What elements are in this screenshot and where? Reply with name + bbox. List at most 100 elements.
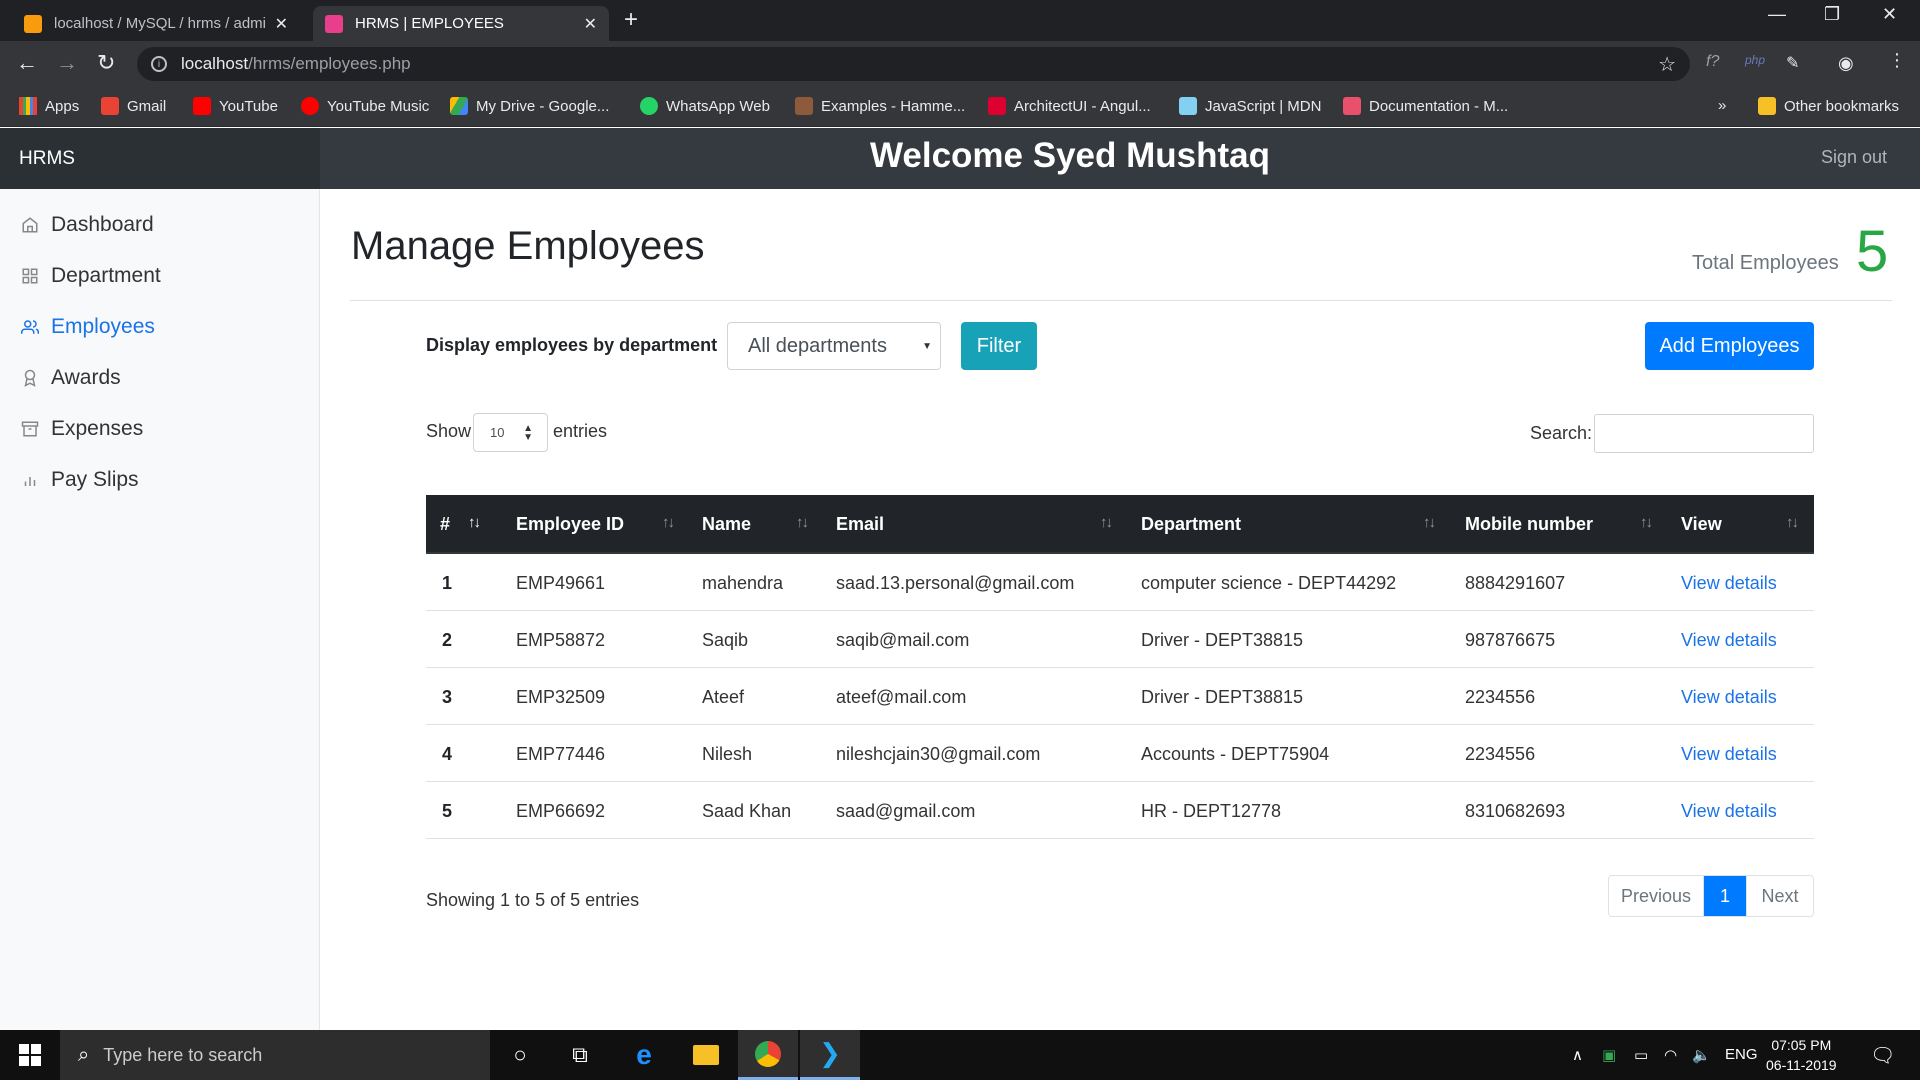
- table-search-input[interactable]: [1594, 414, 1814, 453]
- devtools-extension-icon[interactable]: ✎: [1786, 53, 1799, 73]
- cell-number: 5: [442, 801, 453, 821]
- formula-extension-icon[interactable]: f?: [1706, 53, 1719, 71]
- forward-icon[interactable]: →: [56, 50, 78, 76]
- wifi-icon[interactable]: ◠: [1664, 1046, 1677, 1064]
- view-details-link[interactable]: View details: [1681, 573, 1777, 594]
- volume-icon[interactable]: 🔈: [1692, 1046, 1711, 1064]
- column-header-view[interactable]: View: [1681, 514, 1722, 535]
- url-bar[interactable]: i localhost /hrms/employees.php ☆: [137, 47, 1690, 81]
- column-header-department[interactable]: Department: [1141, 514, 1241, 535]
- app-tray-icon[interactable]: ▣: [1602, 1046, 1616, 1064]
- sort-icon[interactable]: ↑↓: [1100, 514, 1113, 531]
- taskbar-clock[interactable]: 07:05 PM 06-11-2019: [1766, 1035, 1837, 1075]
- close-tab-icon[interactable]: ✕: [584, 14, 597, 34]
- file-explorer-icon[interactable]: [676, 1030, 736, 1080]
- restore-icon[interactable]: ❐: [1824, 4, 1840, 25]
- bookmark-other[interactable]: Other bookmarks: [1758, 97, 1899, 115]
- filter-button[interactable]: Filter: [961, 322, 1037, 370]
- column-header-number[interactable]: #: [440, 514, 450, 535]
- edge-browser-icon[interactable]: e: [614, 1030, 674, 1080]
- sort-icon[interactable]: ↑↓: [1423, 514, 1436, 531]
- sort-icon[interactable]: ↑↓: [1786, 514, 1799, 531]
- sidebar-item-dashboard[interactable]: Dashboard: [19, 213, 154, 237]
- bookmark-hammer-examples[interactable]: Examples - Hamme...: [795, 97, 965, 115]
- vscode-icon[interactable]: ❯: [800, 1030, 860, 1080]
- sidebar-item-label: Department: [51, 264, 161, 287]
- show-hidden-icons-chevron-icon[interactable]: ∧: [1572, 1046, 1583, 1064]
- column-header-mobile[interactable]: Mobile number: [1465, 514, 1593, 535]
- cell-number: 2: [442, 630, 453, 650]
- back-icon[interactable]: ←: [16, 50, 38, 76]
- page-1-button[interactable]: 1: [1704, 876, 1746, 916]
- sidebar-item-expenses[interactable]: Expenses: [19, 417, 143, 441]
- info-icon[interactable]: i: [151, 56, 167, 72]
- sidebar-item-awards[interactable]: Awards: [19, 366, 121, 390]
- menu-icon[interactable]: ⋮: [1888, 50, 1906, 71]
- view-details-link[interactable]: View details: [1681, 801, 1777, 822]
- bookmark-google-drive[interactable]: My Drive - Google...: [450, 97, 609, 115]
- bookmark-label: Apps: [45, 97, 80, 115]
- department-select[interactable]: All departments ▼: [727, 322, 941, 370]
- entries-per-page-select[interactable]: 10 ▲ ▼: [473, 413, 548, 452]
- bookmark-whatsapp[interactable]: WhatsApp Web: [640, 97, 770, 115]
- add-employees-button[interactable]: Add Employees: [1645, 322, 1814, 370]
- bookmark-mdn[interactable]: JavaScript | MDN: [1179, 97, 1321, 115]
- column-header-employee-id[interactable]: Employee ID: [516, 514, 624, 535]
- bookmark-label: YouTube Music: [327, 97, 430, 115]
- cell-mobile: 8884291607: [1465, 573, 1566, 593]
- bookmark-youtube[interactable]: YouTube: [193, 97, 278, 115]
- sidebar-item-department[interactable]: Department: [19, 264, 161, 288]
- sort-icon[interactable]: ↑↓: [1640, 514, 1653, 531]
- minimize-icon[interactable]: —: [1768, 4, 1786, 25]
- reload-icon[interactable]: ↻: [97, 50, 115, 76]
- users-icon: [19, 316, 41, 338]
- sort-icon[interactable]: ↑↓: [468, 514, 481, 531]
- tab-title: HRMS | EMPLOYEES: [355, 15, 504, 32]
- bookmarks-overflow-button[interactable]: »: [1718, 97, 1726, 114]
- task-view-icon[interactable]: ⧉: [550, 1030, 610, 1080]
- column-header-name[interactable]: Name: [702, 514, 751, 535]
- employees-table: # ↑↓ Employee ID ↑↓ Name ↑↓ Email ↑↓ Dep…: [426, 495, 1814, 839]
- sidebar-item-pay-slips[interactable]: Pay Slips: [19, 468, 139, 492]
- brand-logo[interactable]: HRMS: [0, 128, 320, 189]
- input-language-indicator[interactable]: ENG: [1725, 1046, 1758, 1063]
- tab-phpmyadmin[interactable]: localhost / MySQL / hrms / admi ✕: [12, 6, 300, 41]
- cell-name: mahendra: [702, 573, 784, 593]
- sidebar-item-employees[interactable]: Employees: [19, 315, 155, 339]
- notifications-icon[interactable]: 🗨: [1870, 1043, 1895, 1068]
- bookmark-architectui[interactable]: ArchitectUI - Angul...: [988, 97, 1151, 115]
- chrome-icon[interactable]: [738, 1030, 798, 1080]
- sign-out-link[interactable]: Sign out: [1821, 147, 1887, 168]
- youtube-icon: [193, 97, 211, 115]
- close-window-icon[interactable]: ✕: [1882, 4, 1897, 25]
- bookmark-documentation[interactable]: Documentation - M...: [1343, 97, 1508, 115]
- previous-page-button[interactable]: Previous: [1609, 876, 1704, 916]
- column-header-email[interactable]: Email: [836, 514, 884, 535]
- bookmark-star-icon[interactable]: ☆: [1658, 52, 1676, 77]
- battery-icon[interactable]: ▭: [1634, 1046, 1648, 1064]
- next-page-button[interactable]: Next: [1746, 876, 1813, 916]
- bar-chart-icon: [19, 469, 41, 491]
- tab-employees[interactable]: HRMS | EMPLOYEES ✕: [313, 6, 609, 41]
- new-tab-icon[interactable]: +: [624, 6, 638, 34]
- cell-employee-id: EMP32509: [516, 687, 606, 707]
- bookmark-gmail[interactable]: Gmail: [101, 97, 166, 115]
- taskbar-search-box[interactable]: ⌕ Type here to search: [60, 1030, 490, 1080]
- view-details-link[interactable]: View details: [1681, 744, 1777, 765]
- bookmark-youtube-music[interactable]: YouTube Music: [301, 97, 429, 115]
- windows-start-button[interactable]: [0, 1030, 60, 1080]
- profile-avatar-icon[interactable]: ◉: [1838, 53, 1854, 74]
- sidebar-item-label: Awards: [51, 366, 121, 389]
- award-icon: [19, 367, 41, 389]
- view-details-link[interactable]: View details: [1681, 630, 1777, 651]
- view-details-link[interactable]: View details: [1681, 687, 1777, 708]
- php-extension-icon[interactable]: php: [1745, 53, 1765, 67]
- bookmark-apps[interactable]: Apps: [19, 97, 79, 115]
- cortana-icon[interactable]: ○: [490, 1030, 550, 1080]
- sidebar-item-label: Expenses: [51, 417, 144, 440]
- sort-icon[interactable]: ↑↓: [662, 514, 675, 531]
- close-tab-icon[interactable]: ✕: [275, 14, 288, 34]
- cell-name: Nilesh: [702, 744, 753, 764]
- archive-icon: [19, 418, 41, 440]
- sort-icon[interactable]: ↑↓: [796, 514, 809, 531]
